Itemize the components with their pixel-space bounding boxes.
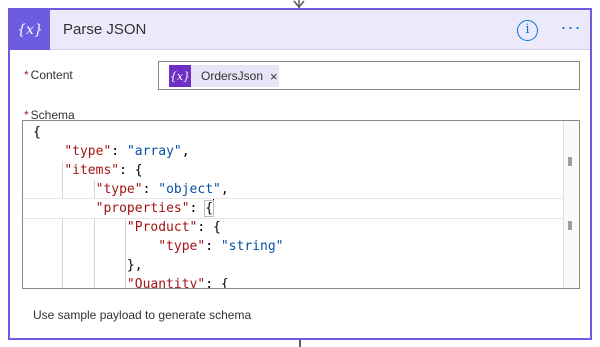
action-title[interactable]: Parse JSON [63, 21, 146, 38]
scrollbar-marker [568, 157, 572, 166]
generate-schema-link[interactable]: Use sample payload to generate schema [33, 308, 251, 322]
expression-icon: {𝑥} [10, 10, 50, 50]
code-line[interactable]: "Product": { [23, 218, 563, 237]
required-marker: * [24, 68, 29, 82]
code-line[interactable]: "type": "array", [23, 142, 563, 161]
remove-token-icon[interactable]: × [270, 70, 278, 83]
code-line[interactable]: "items": { [23, 161, 563, 180]
content-input[interactable]: {x} OrdersJson × [158, 61, 580, 90]
action-header[interactable]: {𝑥} Parse JSON i ··· [10, 10, 590, 50]
schema-code-editor[interactable]: { "type": "array", "items": { "type": "o… [22, 120, 580, 289]
code-line[interactable]: "Quantity": { [23, 275, 563, 288]
code-line[interactable]: "properties": { [23, 198, 563, 219]
content-label-text: Content [30, 68, 73, 82]
token-label: OrdersJson [201, 69, 264, 83]
code-line[interactable]: "type": "string" [23, 237, 563, 256]
parse-json-action-card: {𝑥} Parse JSON i ··· * Content {x} Orders… [8, 8, 592, 340]
code-line[interactable]: }, [23, 256, 563, 275]
more-options-icon[interactable]: ··· [558, 17, 584, 41]
expression-icon-glyph: {𝑥} [17, 22, 43, 38]
content-label: * Content [24, 68, 73, 82]
scrollbar-marker [568, 221, 572, 230]
code-line[interactable]: "type": "object", [23, 180, 563, 199]
code-area[interactable]: { "type": "array", "items": { "type": "o… [23, 121, 563, 288]
flow-connector-bottom [299, 340, 301, 347]
info-icon[interactable]: i [517, 20, 538, 41]
variable-icon: {x} [169, 65, 191, 87]
dynamic-content-token[interactable]: {x} OrdersJson × [169, 65, 279, 87]
editor-scrollbar[interactable] [563, 121, 579, 288]
code-line[interactable]: { [23, 123, 563, 142]
